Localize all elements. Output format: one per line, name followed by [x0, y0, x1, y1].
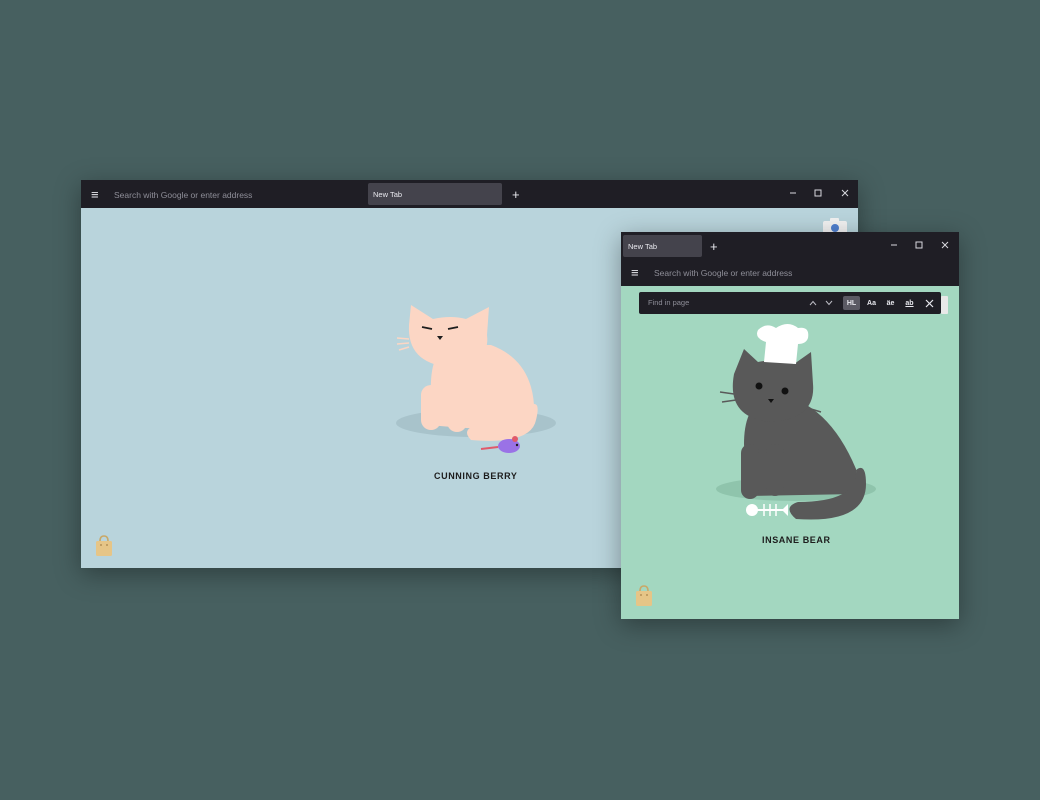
close-icon	[941, 241, 949, 249]
chef-hat	[757, 324, 809, 364]
maximize-icon	[814, 189, 822, 197]
cat-illustration	[716, 324, 876, 520]
fish-bone-toy	[746, 504, 788, 516]
maximize-button[interactable]	[912, 241, 926, 249]
tab-title: New Tab	[628, 241, 658, 251]
hamburger-menu-icon[interactable]: ≡	[631, 266, 639, 279]
find-input[interactable]: Find in page	[648, 298, 689, 307]
cat-head	[408, 305, 489, 367]
scrollbar-edge	[941, 296, 948, 314]
minimize-button[interactable]	[786, 189, 800, 197]
close-button[interactable]	[838, 189, 852, 197]
find-previous-button[interactable]	[807, 296, 819, 310]
minimize-icon	[790, 192, 796, 194]
new-tab-button[interactable]: +	[710, 240, 718, 253]
browser-window-front: New Tab + ≡ Search with Google or enter …	[621, 232, 959, 619]
cat-name-label: INSANE BEAR	[762, 535, 831, 545]
close-icon	[925, 299, 933, 307]
tab-new-tab[interactable]: New Tab	[623, 235, 702, 257]
close-icon	[841, 189, 849, 197]
chevron-up-icon	[809, 300, 817, 306]
match-diacritics-toggle[interactable]: äe	[882, 296, 899, 310]
find-in-page-bar: Find in page HL Aa äe ab	[639, 292, 941, 314]
find-close-button[interactable]	[922, 296, 936, 310]
new-tab-button[interactable]: +	[512, 188, 520, 201]
shopping-bag-icon[interactable]	[635, 585, 653, 607]
titlebar: New Tab + ≡ Search with Google or enter …	[621, 232, 959, 286]
cat-illustration	[396, 305, 556, 453]
highlight-all-toggle[interactable]: HL	[843, 296, 860, 310]
whole-words-toggle[interactable]: ab	[901, 296, 918, 310]
close-button[interactable]	[938, 241, 952, 249]
minimize-button[interactable]	[887, 241, 901, 249]
tab-new-tab[interactable]: New Tab	[368, 183, 502, 205]
find-next-button[interactable]	[823, 296, 835, 310]
minimize-icon	[891, 244, 897, 246]
match-case-toggle[interactable]: Aa	[863, 296, 880, 310]
shopping-bag-icon[interactable]	[95, 535, 113, 557]
tab-title: New Tab	[373, 189, 403, 199]
chevron-down-icon	[825, 300, 833, 306]
maximize-icon	[915, 241, 923, 249]
address-bar[interactable]: Search with Google or enter address	[114, 190, 252, 200]
cat-name-label: CUNNING BERRY	[434, 471, 518, 481]
hamburger-menu-icon[interactable]: ≡	[91, 188, 99, 201]
address-bar[interactable]: Search with Google or enter address	[654, 268, 792, 278]
maximize-button[interactable]	[811, 189, 825, 197]
titlebar: ≡ Search with Google or enter address Ne…	[81, 180, 858, 208]
